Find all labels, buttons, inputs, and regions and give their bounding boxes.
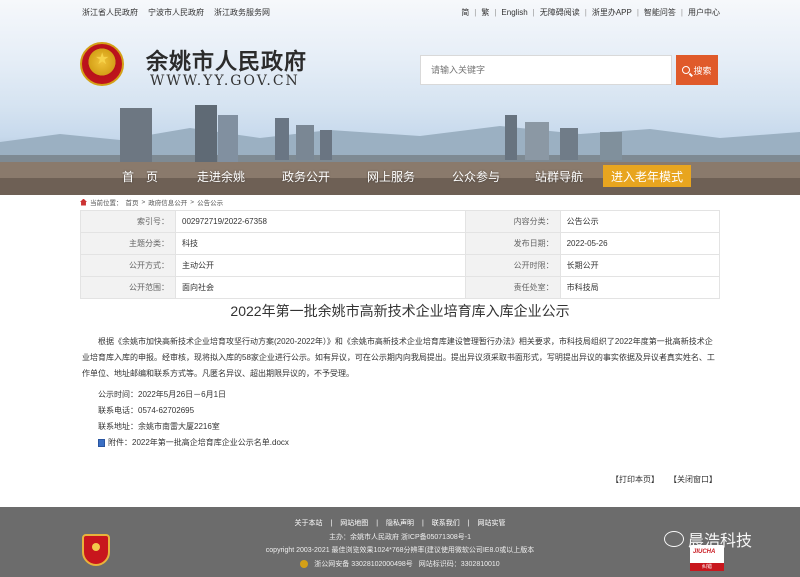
footer-separator: |	[330, 520, 333, 527]
footer-link-about[interactable]: 关于本站	[295, 520, 323, 527]
breadcrumb-prefix: 当前位置：	[90, 200, 123, 207]
table-row: 公开方式： 主动公开 公开时限： 长期公开	[80, 254, 721, 277]
link-accessibility[interactable]: 无障碍阅读	[540, 7, 580, 18]
nav-item-site-navigation[interactable]: 站群导航	[535, 168, 583, 185]
breadcrumb-item-disclosure[interactable]: 政府信息公开	[148, 197, 187, 207]
nav-item-gov-affairs[interactable]: 政务公开	[282, 168, 330, 185]
gov-badge-label: 纠错	[690, 563, 724, 571]
document-info-table: 索引号： 002972719/2022-67358 内容分类： 公告公示 主题分…	[80, 210, 721, 299]
separator: |	[636, 8, 639, 17]
table-row: 主题分类： 科技 发布日期： 2022-05-26	[80, 232, 721, 255]
link-simplified[interactable]: 简	[461, 7, 469, 18]
contact-address: 联系地址：余姚市南雷大厦2216室	[98, 422, 220, 431]
info-value: 面向社会	[175, 276, 466, 299]
search-input[interactable]	[420, 55, 672, 85]
attachment-label: 附件：2022年第一批高企培育库企业公示名单.docx	[108, 438, 289, 447]
footer-registration: 浙公网安备 33028102000498号 网站标识码：3302810010	[0, 559, 800, 569]
link-zheliban-app[interactable]: 浙里办APP	[592, 7, 632, 18]
nav-item-online-service[interactable]: 网上服务	[367, 168, 415, 185]
breadcrumb-separator: >	[141, 198, 146, 206]
elder-mode-button[interactable]: 进入老年模式	[603, 165, 691, 187]
main-nav: 首 页 走进余姚 政务公开 网上服务 公众参与 站群导航 进入老年模式	[0, 165, 800, 189]
info-value: 市科技局	[559, 276, 721, 299]
link-user-center[interactable]: 用户中心	[688, 7, 720, 18]
info-label: 发布日期：	[464, 232, 561, 255]
site-title[interactable]: 余姚市人民政府	[146, 44, 307, 76]
search-icon	[682, 66, 691, 74]
info-label: 索引号：	[80, 210, 176, 233]
separator: |	[474, 8, 477, 17]
link-zhejiang-gov[interactable]: 浙江省人民政府	[82, 7, 138, 18]
attachment-link[interactable]: 附件：2022年第一批高企培育库企业公示名单.docx	[98, 437, 289, 448]
separator: |	[680, 8, 683, 17]
article-title: 2022年第一批余姚市高新技术企业培育库入库企业公示	[230, 303, 570, 319]
footer-link-contact[interactable]: 联系我们	[432, 520, 460, 527]
footer-link-management[interactable]: 网站实管	[477, 520, 505, 527]
info-label: 责任处室：	[464, 276, 561, 299]
link-ningbo-gov[interactable]: 宁波市人民政府	[148, 7, 204, 18]
top-links-bar: 浙江省人民政府 宁波市人民政府 浙江政务服务网 简 | 繁 | English …	[0, 0, 800, 22]
site-url: WWW.YY.GOV.CN	[150, 73, 300, 89]
separator: |	[532, 8, 535, 17]
info-label: 公开时限：	[464, 254, 561, 277]
footer-police-record[interactable]: 浙公网安备 33028102000498号	[314, 559, 412, 569]
document-icon	[98, 438, 105, 447]
footer-link-sitemap[interactable]: 网站地图	[340, 520, 368, 527]
separator: |	[584, 8, 587, 17]
announcement-period: 公示时间：2022年5月26日－6月1日	[98, 390, 227, 399]
home-icon	[80, 198, 87, 206]
info-value: 主动公开	[175, 254, 466, 277]
close-window-link[interactable]: 【关闭窗口】	[669, 474, 717, 485]
link-english[interactable]: English	[501, 8, 527, 17]
nav-item-about-yuyao[interactable]: 走进余姚	[197, 168, 245, 185]
info-value: 002972719/2022-67358	[175, 210, 466, 233]
info-value: 2022-05-26	[559, 232, 721, 255]
star-icon: ★	[95, 51, 110, 68]
wechat-icon	[664, 531, 684, 547]
breadcrumb: 当前位置： 首页 > 政府信息公开 > 公告公示	[80, 195, 720, 209]
breadcrumb-item-home[interactable]: 首页	[126, 197, 139, 207]
nav-item-home[interactable]: 首 页	[122, 168, 158, 185]
nav-item-public-participation[interactable]: 公众参与	[452, 168, 500, 185]
separator: |	[494, 8, 497, 17]
footer-separator: |	[467, 520, 470, 527]
watermark-text: 晨浩科技	[688, 533, 753, 550]
footer: 关于本站 | 网站地图 | 隐私声明 | 联系我们 | 网站实管 主办：余姚市人…	[0, 507, 800, 577]
print-page-link[interactable]: 【打印本页】	[611, 474, 659, 485]
info-label: 内容分类：	[464, 210, 561, 233]
table-row: 公开范围： 面向社会 责任处室： 市科技局	[80, 276, 721, 299]
info-label: 主题分类：	[80, 232, 176, 255]
article-body: 根据《余姚市加快高新技术企业培育攻坚行动方案(2020-2022年）》和《余姚市…	[82, 337, 715, 378]
info-label: 公开范围：	[80, 276, 176, 299]
top-links-right: 简 | 繁 | English | 无障碍阅读 | 浙里办APP | 智能问答 …	[461, 7, 720, 18]
footer-separator: |	[376, 520, 379, 527]
breadcrumb-item-notice[interactable]: 公告公示	[197, 197, 223, 207]
footer-link-privacy[interactable]: 隐私声明	[386, 520, 414, 527]
info-label: 公开方式：	[80, 254, 176, 277]
footer-separator: |	[421, 520, 424, 527]
search-button[interactable]: 搜索	[676, 55, 718, 85]
info-value: 科技	[175, 232, 466, 255]
watermark: 晨浩科技	[664, 527, 752, 551]
info-value: 公告公示	[559, 210, 721, 233]
link-smart-qa[interactable]: 智能问答	[644, 7, 676, 18]
national-emblem-icon: ★	[80, 42, 124, 86]
info-value: 长期公开	[559, 254, 721, 277]
breadcrumb-separator: >	[190, 198, 195, 206]
link-traditional[interactable]: 繁	[481, 7, 489, 18]
contact-phone: 联系电话：0574-62702695	[98, 406, 195, 415]
footer-site-id: 网站标识码：3302810010	[418, 561, 500, 568]
search-button-label: 搜索	[693, 65, 712, 76]
police-badge-icon	[300, 560, 309, 568]
top-links-left: 浙江省人民政府 宁波市人民政府 浙江政务服务网	[82, 7, 270, 18]
link-zhejiang-service[interactable]: 浙江政务服务网	[214, 7, 270, 18]
table-row: 索引号： 002972719/2022-67358 内容分类： 公告公示	[80, 210, 721, 233]
